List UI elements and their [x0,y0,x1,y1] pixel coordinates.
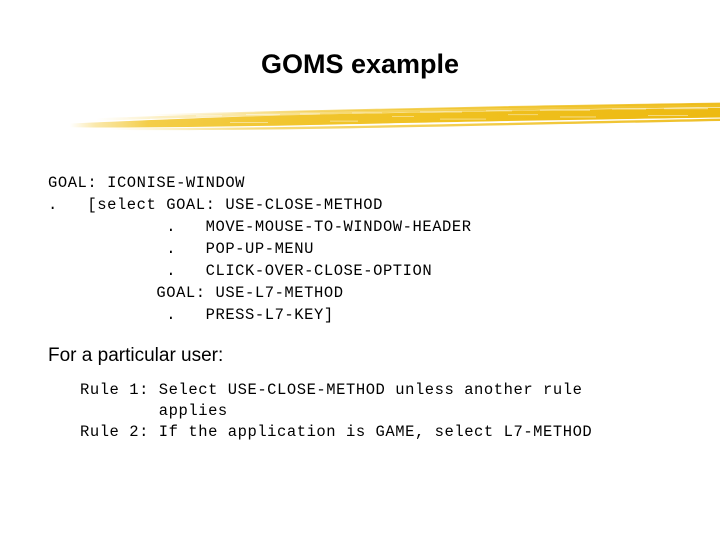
code-line: GOAL: USE-L7-METHOD [48,284,344,302]
page-title: GOMS example [260,49,460,79]
code-line: . [select GOAL: USE-CLOSE-METHOD [48,196,383,214]
code-line: GOAL: ICONISE-WINDOW [48,174,246,192]
rule-line: Rule 2: If the application is GAME, sele… [80,423,593,441]
brush-streak-top [150,102,720,116]
code-line: . POP-UP-MENU [48,240,314,258]
goms-method-hierarchy: GOAL: ICONISE-WINDOW . [select GOAL: USE-… [48,172,472,326]
brush-texture-speckles [150,108,708,123]
brush-body [70,107,720,128]
rule-line: applies [80,402,228,420]
section-heading-for-a-particular-user: For a particular user: [48,345,224,366]
code-line: . PRESS-L7-KEY] [48,306,334,324]
rule-line: Rule 1: Select USE-CLOSE-METHOD unless a… [80,381,583,399]
brush-stroke-icon [70,102,720,131]
selection-rules-block: Rule 1: Select USE-CLOSE-METHOD unless a… [80,380,592,443]
brush-highlight-upper [96,103,720,121]
brush-streak-bottom [110,118,720,131]
yellow-brush-stroke-divider [0,96,720,136]
code-line: . CLICK-OVER-CLOSE-OPTION [48,262,433,280]
code-line: . MOVE-MOUSE-TO-WINDOW-HEADER [48,218,472,236]
slide-canvas: GOMS example GOAL: ICONISE-WINDOW . [sel… [0,0,720,540]
